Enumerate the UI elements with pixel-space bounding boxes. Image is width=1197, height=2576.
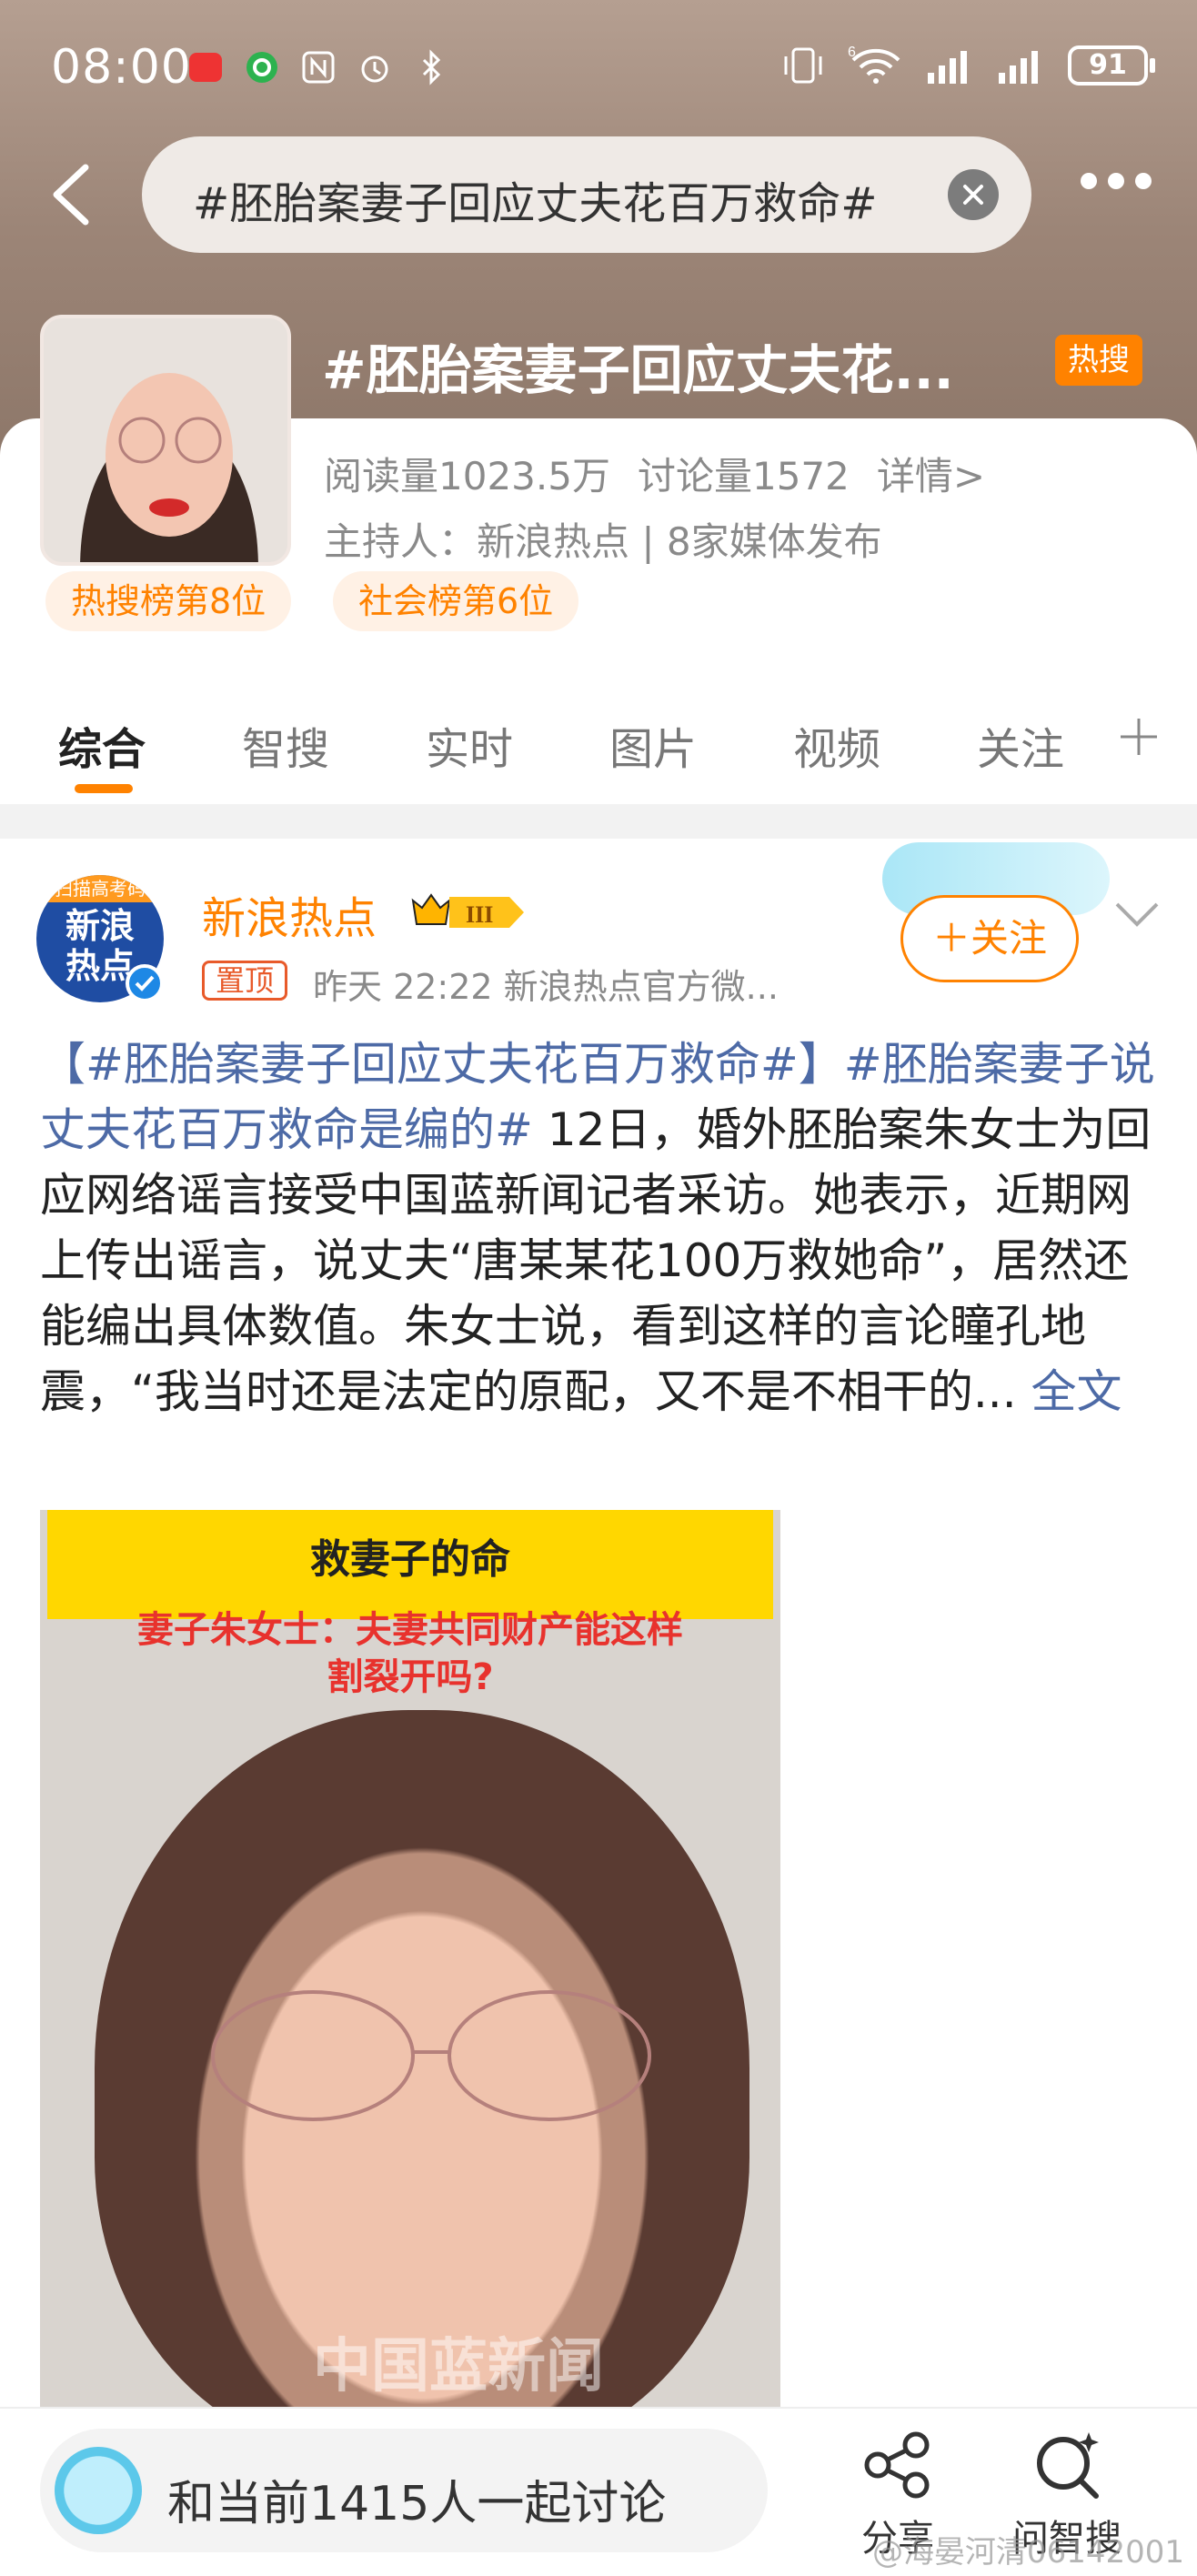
status-time: 08:00 [51, 40, 192, 95]
vip-level-badge[interactable]: III [409, 890, 528, 935]
dot-icon [1081, 173, 1097, 189]
plus-icon [1121, 719, 1157, 755]
svg-text:III: III [466, 901, 493, 928]
wifi-icon: 6 [848, 45, 900, 84]
status-system-icons: 6 91 [780, 45, 1155, 86]
read-more-link[interactable]: 全文 [1017, 1365, 1122, 1418]
verified-badge-icon [126, 964, 164, 1002]
chevron-down-icon [1115, 902, 1159, 927]
alarm-icon [357, 49, 393, 86]
post-meta: 昨天 22:22 新浪热点官方微... [313, 967, 779, 1007]
discussion-count: 讨论量1572 [637, 454, 850, 498]
hot-rank-tag[interactable]: 热搜榜第8位 [45, 571, 292, 631]
green-app-icon [244, 49, 280, 86]
media-watermark: 中国蓝新闻 [313, 2333, 604, 2400]
discussion-input[interactable]: 和当前1415人一起讨论 [40, 2429, 768, 2552]
caption-banner-text: 救妻子的命 [310, 1536, 510, 1583]
hot-search-badge: 热搜 [1055, 335, 1142, 386]
topic-cover-image[interactable] [40, 315, 291, 566]
tab-bar: 综合 智搜 实时 图片 视频 关注 [0, 700, 1197, 800]
caption-red-line-2: 割裂开吗? [327, 1656, 494, 1698]
cloud-avatar-icon [55, 2447, 142, 2534]
status-notification-icons [187, 49, 449, 86]
signal-icon-2 [999, 51, 1038, 84]
add-tab-button[interactable] [1117, 715, 1161, 759]
tab-following[interactable]: 关注 [977, 713, 1064, 777]
smart-search-icon [1037, 2432, 1099, 2499]
search-input[interactable]: #胚胎案妻子回应丈夫花百万救命# [142, 136, 1031, 253]
topic-host[interactable]: 主持人：新浪热点 | 8家媒体发布 [324, 511, 882, 567]
more-options-button[interactable] [1081, 173, 1152, 189]
post-author-name[interactable]: 新浪热点 [202, 882, 377, 946]
chevron-left-icon [53, 164, 89, 226]
avatar-text-line-1: 新浪 [65, 906, 135, 946]
section-divider [0, 804, 1197, 839]
read-count: 阅读量1023.5万 [324, 454, 610, 498]
huawei-app-icon [187, 49, 224, 86]
close-icon [963, 185, 983, 205]
social-rank-tag[interactable]: 社会榜第6位 [333, 571, 579, 631]
active-tab-indicator [75, 784, 133, 793]
topic-title: #胚胎案妻子回应丈夫花... [322, 339, 954, 401]
post-text: 【#胚胎案妻子回应丈夫花百万救命#】#胚胎案妻子说丈夫花百万救命是编的# 12日… [40, 1031, 1164, 1424]
dot-icon [1135, 173, 1152, 189]
bluetooth-icon [413, 49, 449, 86]
tab-images[interactable]: 图片 [609, 713, 697, 777]
weibo-watermark: @海晏河清06142001 [871, 2534, 1184, 2571]
caption-red-text: 妻子朱女士：夫妻共同财产能这样 割裂开吗? [40, 1606, 780, 1701]
clear-search-button[interactable] [948, 169, 999, 220]
back-button[interactable] [45, 162, 96, 227]
pinned-tag: 置顶 [202, 961, 288, 1001]
discussion-prompt: 和当前1415人一起讨论 [167, 2477, 667, 2531]
dot-icon [1108, 173, 1124, 189]
avatar-ribbon-text: 扫描高考码 [36, 875, 164, 902]
post-menu-button[interactable] [1113, 901, 1161, 928]
tab-comprehensive[interactable]: 综合 [58, 713, 146, 777]
svg-text:6: 6 [848, 45, 856, 60]
signal-icon-1 [928, 51, 967, 84]
details-link[interactable]: 详情> [877, 446, 985, 501]
post-video-thumbnail[interactable]: 救妻子的命 妻子朱女士：夫妻共同财产能这样 割裂开吗? 中国蓝新闻 [40, 1510, 780, 2407]
search-query: #胚胎案妻子回应丈夫花百万救命# [193, 178, 878, 229]
battery-indicator: 91 [1068, 45, 1155, 86]
tab-realtime[interactable]: 实时 [426, 713, 513, 777]
vibrate-icon [784, 47, 822, 84]
post-topic-link-1[interactable]: 【#胚胎案妻子回应丈夫花百万救命#】 [40, 1038, 844, 1091]
tab-smart-search[interactable]: 智搜 [242, 713, 329, 777]
tab-videos[interactable]: 视频 [793, 713, 880, 777]
status-bar: 08:00 6 91 [0, 0, 1197, 146]
topic-stats: 阅读量1023.5万 讨论量1572 详情> [324, 446, 985, 501]
share-icon [864, 2431, 930, 2499]
glasses-graphic [211, 1990, 651, 2121]
caption-red-line-1: 妻子朱女士：夫妻共同财产能这样 [137, 1609, 683, 1651]
person-portrait [80, 373, 258, 562]
follow-button[interactable]: ＋关注 [900, 895, 1079, 982]
nfc-icon [300, 49, 337, 86]
